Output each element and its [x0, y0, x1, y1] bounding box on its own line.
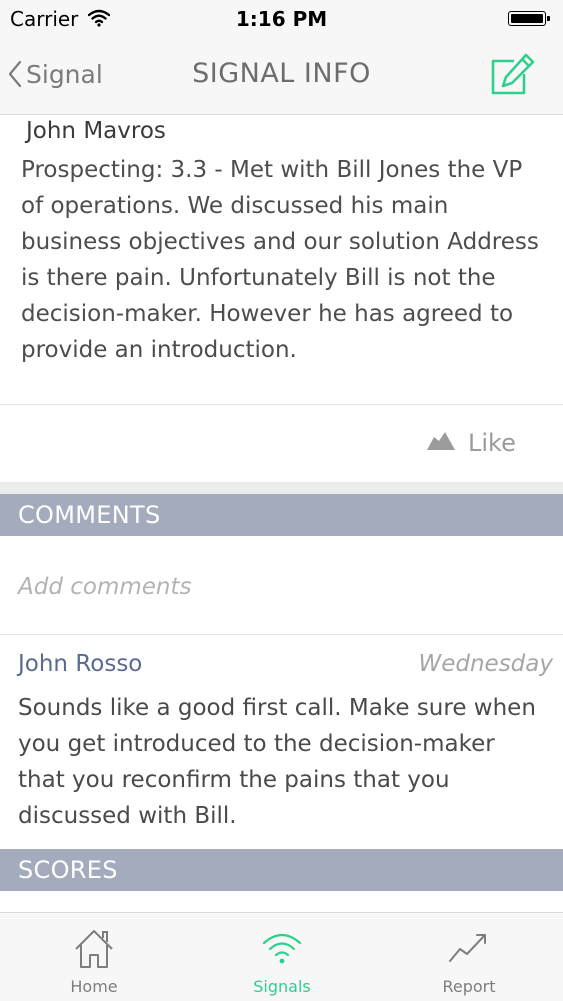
comments-header-label: COMMENTS: [18, 501, 161, 529]
scores-section-header[interactable]: SCORES: [0, 849, 563, 891]
page-title: SIGNAL INFO: [192, 58, 371, 89]
section-spacer: [0, 482, 563, 494]
trend-chart-icon: [375, 927, 563, 967]
tab-report-label: Report: [442, 977, 496, 996]
edit-icon: [488, 53, 536, 102]
navigation-bar: Signal SIGNAL INFO: [0, 38, 563, 115]
home-icon: [0, 927, 188, 969]
comments-section-header: COMMENTS: [0, 494, 563, 536]
tab-signals-label: Signals: [253, 977, 311, 996]
status-time: 1:16 PM: [235, 7, 328, 31]
comment-timestamp: Wednesday: [418, 651, 553, 677]
tab-report[interactable]: Report: [375, 913, 563, 1001]
comment-text: Sounds like a good first call. Make sure…: [18, 695, 536, 829]
wifi-signal-icon: [188, 927, 376, 967]
add-comment-input[interactable]: Add comments: [18, 574, 192, 600]
comment-author[interactable]: John Rosso: [18, 651, 142, 677]
like-label: Like: [468, 429, 516, 457]
edit-button[interactable]: [488, 52, 536, 102]
battery-icon: [508, 11, 550, 26]
thumbs-up-icon: [426, 431, 456, 455]
scores-header-label: SCORES: [18, 856, 118, 884]
like-button[interactable]: Like: [426, 426, 516, 460]
post-body: Prospecting: 3.3 - Met with Bill Jones t…: [21, 157, 539, 363]
tab-home[interactable]: Home: [0, 913, 188, 1001]
divider: [0, 404, 563, 405]
tab-signals[interactable]: Signals: [188, 913, 376, 1001]
status-bar: Carrier 1:16 PM: [0, 0, 563, 38]
tab-bar: Home Signals Report: [0, 912, 563, 1001]
post-author: John Mavros: [26, 118, 166, 144]
tab-home-label: Home: [70, 977, 118, 996]
divider: [0, 634, 563, 635]
